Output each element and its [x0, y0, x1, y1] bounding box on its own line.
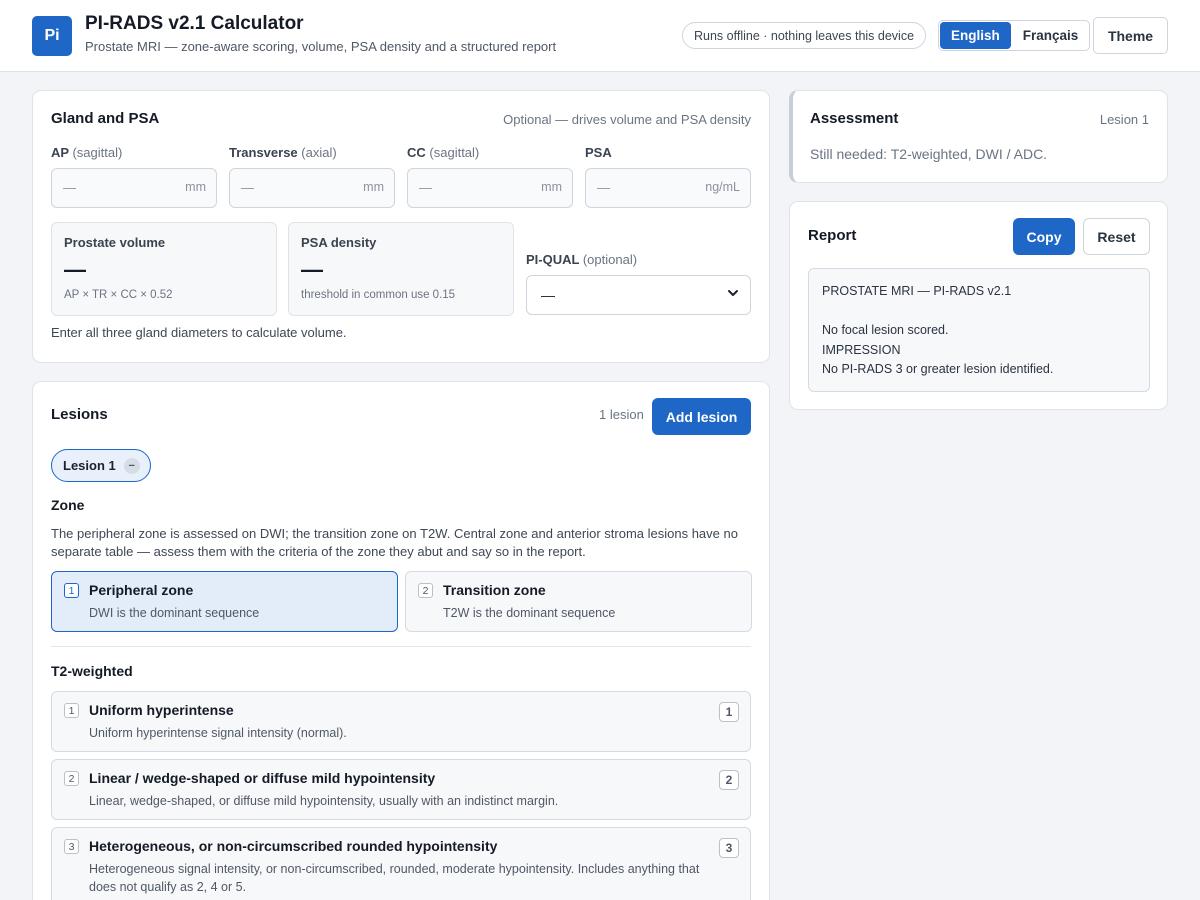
shortcut-key: 3 — [64, 839, 79, 854]
t2-option-desc: Heterogeneous signal intensity, or non-c… — [89, 862, 700, 894]
shortcut-key: 1 — [64, 583, 79, 598]
transverse-input[interactable]: — mm — [229, 168, 395, 208]
cc-placeholder: — — [419, 180, 432, 195]
assessment-title: Assessment — [810, 110, 899, 127]
psa-unit: ng/mL — [705, 180, 740, 194]
ap-input[interactable]: — mm — [51, 168, 217, 208]
assessment-card: Assessment Lesion 1 Still needed: T2-wei… — [789, 90, 1168, 183]
zone-option-desc: T2W is the dominant sequence — [443, 606, 616, 620]
zone-description: The peripheral zone is assessed on DWI; … — [51, 526, 738, 559]
reset-button[interactable]: Reset — [1083, 218, 1150, 255]
offline-badge: Runs offline · nothing leaves this devic… — [682, 22, 927, 49]
chevron-down-icon — [728, 290, 738, 296]
ap-placeholder: — — [63, 180, 76, 195]
t2-option-3[interactable]: 3 Heterogeneous, or non-circumscribed ro… — [51, 827, 751, 900]
prostate-volume-label: Prostate volume — [64, 235, 166, 250]
gland-card-hint: Optional — drives volume and PSA density — [503, 112, 751, 127]
psa-placeholder: — — [597, 180, 610, 195]
zone-option-transition[interactable]: 2 Transition zone T2W is the dominant se… — [405, 571, 752, 632]
psa-density-box: PSA density — threshold in common use 0.… — [288, 222, 514, 316]
t2-option-title: Uniform hyperintense — [89, 702, 234, 718]
language-french-button[interactable]: Français — [1012, 21, 1090, 50]
gland-message: Enter all three gland diameters to calcu… — [51, 325, 347, 340]
language-english-button[interactable]: English — [940, 22, 1011, 49]
ap-label: AP (sagittal) — [51, 145, 123, 160]
assessment-lesion-label: Lesion 1 — [1099, 112, 1149, 127]
t2-option-title: Linear / wedge-shaped or diffuse mild hy… — [89, 770, 436, 786]
lesion-tab-1[interactable]: Lesion 1 − — [51, 449, 151, 482]
app-title: PI-RADS v2.1 Calculator — [85, 13, 304, 34]
zone-heading: Zone — [51, 497, 85, 513]
score-badge: 1 — [719, 702, 739, 722]
cc-unit: mm — [541, 180, 562, 194]
transverse-unit: mm — [363, 180, 384, 194]
copy-report-button[interactable]: Copy — [1013, 218, 1075, 255]
psa-label: PSA — [585, 145, 612, 160]
prostate-volume-formula: AP × TR × CC × 0.52 — [64, 289, 173, 301]
transverse-label: Transverse (axial) — [229, 145, 337, 160]
transverse-placeholder: — — [241, 180, 254, 195]
piqual-selected-value: — — [541, 287, 555, 303]
lesion-count: 1 lesion — [599, 407, 644, 422]
zone-option-title: Transition zone — [443, 582, 546, 598]
report-text[interactable]: PROSTATE MRI — PI-RADS v2.1 No focal les… — [808, 268, 1150, 392]
shortcut-key: 2 — [418, 583, 433, 598]
language-switcher: English Français — [938, 20, 1091, 51]
score-badge: 3 — [719, 838, 739, 858]
lesions-title: Lesions — [51, 406, 108, 423]
psa-density-label: PSA density — [301, 235, 377, 250]
piqual-label: PI-QUAL (optional) — [526, 252, 638, 267]
assessment-status: Still needed: T2-weighted, DWI / ADC. — [810, 146, 1048, 162]
theme-button[interactable]: Theme — [1093, 17, 1168, 54]
ap-unit: mm — [185, 180, 206, 194]
report-line: No focal lesion scored. — [822, 323, 949, 337]
report-title: Report — [808, 227, 857, 244]
t2-option-desc: Linear, wedge-shaped, or diffuse mild hy… — [89, 794, 559, 808]
shortcut-key: 2 — [64, 771, 79, 786]
zone-option-title: Peripheral zone — [89, 582, 194, 598]
lesion-tab-label: Lesion 1 — [63, 458, 116, 473]
t2-option-title: Heterogeneous, or non-circumscribed roun… — [89, 838, 498, 854]
score-badge: 2 — [719, 770, 739, 790]
report-line: PROSTATE MRI — PI-RADS v2.1 — [822, 284, 1012, 298]
add-lesion-button[interactable]: Add lesion — [652, 398, 751, 435]
shortcut-key: 1 — [64, 703, 79, 718]
remove-lesion-icon[interactable]: − — [123, 457, 140, 474]
report-line: No PI-RADS 3 or greater lesion identifie… — [822, 362, 1054, 376]
lesions-card: Lesions 1 lesion Add lesion Lesion 1 − Z… — [32, 381, 770, 900]
t2-option-1[interactable]: 1 Uniform hyperintense Uniform hyperinte… — [51, 691, 751, 752]
prostate-volume-value: — — [64, 257, 86, 282]
app-logo: Pi — [32, 16, 72, 56]
psa-input[interactable]: — ng/mL — [585, 168, 751, 208]
piqual-select[interactable]: — — [526, 275, 751, 315]
app-header: Pi PI-RADS v2.1 Calculator Prostate MRI … — [0, 0, 1200, 72]
t2-heading: T2-weighted — [51, 663, 133, 679]
app-subtitle: Prostate MRI — zone-aware scoring, volum… — [85, 39, 557, 54]
prostate-volume-box: Prostate volume — AP × TR × CC × 0.52 — [51, 222, 277, 316]
cc-input[interactable]: — mm — [407, 168, 573, 208]
zone-option-desc: DWI is the dominant sequence — [89, 606, 260, 620]
psa-density-hint: threshold in common use 0.15 — [301, 289, 456, 301]
gland-psa-card: Gland and PSA Optional — drives volume a… — [32, 90, 770, 363]
report-line: IMPRESSION — [822, 342, 901, 357]
gland-card-title: Gland and PSA — [51, 110, 160, 127]
zone-option-peripheral[interactable]: 1 Peripheral zone DWI is the dominant se… — [51, 571, 398, 632]
section-divider — [51, 646, 751, 647]
report-line — [822, 302, 1136, 322]
report-card: Report Copy Reset PROSTATE MRI — PI-RADS… — [789, 201, 1168, 410]
psa-density-value: — — [301, 257, 323, 282]
t2-option-desc: Uniform hyperintense signal intensity (n… — [89, 726, 347, 740]
cc-label: CC (sagittal) — [407, 145, 480, 160]
t2-option-2[interactable]: 2 Linear / wedge-shaped or diffuse mild … — [51, 759, 751, 820]
